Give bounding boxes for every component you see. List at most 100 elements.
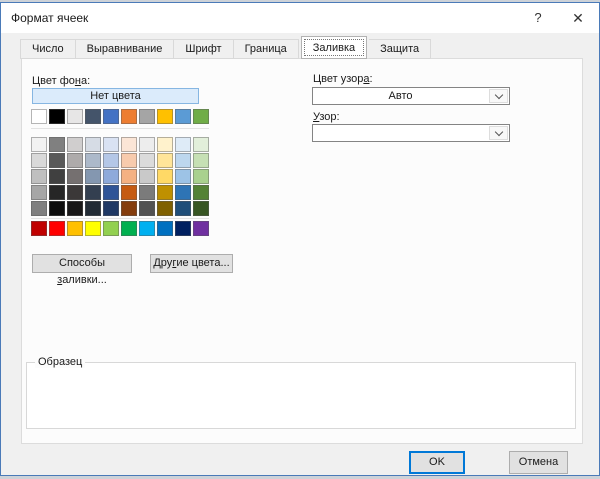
color-swatch[interactable] [49,153,65,168]
color-swatch[interactable] [193,153,209,168]
color-swatch[interactable] [121,153,137,168]
color-swatch[interactable] [175,201,191,216]
color-swatch[interactable] [85,153,101,168]
color-swatch[interactable] [139,137,155,152]
color-swatch[interactable] [31,185,47,200]
no-color-button[interactable]: Нет цвета [32,88,199,104]
color-swatch[interactable] [49,109,65,124]
color-swatch[interactable] [103,185,119,200]
screen-background: Формат ячеек ? ✕ ЧислоВыравниваниеШрифтГ… [0,0,600,479]
dropdown-button[interactable] [489,89,508,103]
color-swatch[interactable] [193,201,209,216]
color-swatch[interactable] [85,185,101,200]
tab-alignment[interactable]: Выравнивание [76,39,175,59]
color-swatch[interactable] [175,221,191,236]
color-swatch[interactable] [121,169,137,184]
color-swatch[interactable] [31,169,47,184]
color-swatch[interactable] [103,169,119,184]
color-swatch[interactable] [121,137,137,152]
color-swatch[interactable] [103,137,119,152]
color-swatch[interactable] [67,137,83,152]
palette-separator [31,218,209,219]
close-icon: ✕ [572,10,584,26]
color-swatch[interactable] [157,109,173,124]
color-swatch[interactable] [49,185,65,200]
color-swatch[interactable] [157,185,173,200]
variant-colors-rows [31,137,209,216]
chevron-down-icon [494,90,502,98]
color-swatch[interactable] [67,185,83,200]
dropdown-button[interactable] [489,126,508,140]
close-button[interactable]: ✕ [563,3,593,33]
color-swatch[interactable] [49,169,65,184]
help-button[interactable]: ? [523,3,553,33]
color-swatch[interactable] [193,185,209,200]
format-cells-dialog: Формат ячеек ? ✕ ЧислоВыравниваниеШрифтГ… [0,2,600,476]
color-swatch[interactable] [121,221,137,236]
tab-fill[interactable]: Заливка [301,36,367,59]
cancel-button[interactable]: Отмена [509,451,568,474]
color-swatch[interactable] [67,109,83,124]
color-swatch[interactable] [49,221,65,236]
color-swatch[interactable] [157,201,173,216]
pattern-select[interactable] [312,124,510,142]
color-swatch[interactable] [175,109,191,124]
color-swatch[interactable] [67,201,83,216]
color-swatch[interactable] [49,201,65,216]
color-swatch[interactable] [121,201,137,216]
color-swatch[interactable] [193,109,209,124]
ok-button[interactable]: OK [409,451,465,474]
pattern-color-label: Цвет узора: [313,73,373,85]
pattern-color-select[interactable]: Авто [312,87,510,105]
color-swatch[interactable] [31,109,47,124]
color-swatch[interactable] [139,201,155,216]
color-swatch[interactable] [103,221,119,236]
color-swatch[interactable] [139,153,155,168]
more-colors-button[interactable]: Другие цвета... [150,254,233,273]
color-swatch[interactable] [193,221,209,236]
tab-border[interactable]: Граница [234,39,299,59]
palette-row [31,137,209,152]
tab-protection[interactable]: Защита [369,39,431,59]
color-swatch[interactable] [121,109,137,124]
palette-row [31,153,209,168]
color-swatch[interactable] [31,221,47,236]
color-swatch[interactable] [85,169,101,184]
tab-font[interactable]: Шрифт [174,39,233,59]
tab-bar: ЧислоВыравниваниеШрифтГраницаЗаливкаЗащи… [20,36,431,59]
color-swatch[interactable] [85,109,101,124]
fill-effects-button[interactable]: Способы заливки... [32,254,132,273]
color-swatch[interactable] [85,221,101,236]
color-swatch[interactable] [193,137,209,152]
color-swatch[interactable] [139,221,155,236]
color-swatch[interactable] [85,201,101,216]
color-swatch[interactable] [175,137,191,152]
color-swatch[interactable] [121,185,137,200]
color-swatch[interactable] [31,153,47,168]
color-swatch[interactable] [175,169,191,184]
color-swatch[interactable] [157,221,173,236]
color-swatch[interactable] [157,169,173,184]
chevron-down-icon [494,127,502,135]
color-swatch[interactable] [31,201,47,216]
palette-separator [31,128,209,129]
color-swatch[interactable] [139,109,155,124]
color-swatch[interactable] [67,221,83,236]
color-swatch[interactable] [157,137,173,152]
color-swatch[interactable] [85,137,101,152]
color-swatch[interactable] [103,109,119,124]
color-swatch[interactable] [103,153,119,168]
pattern-value [313,125,488,141]
color-swatch[interactable] [175,153,191,168]
color-swatch[interactable] [193,169,209,184]
color-swatch[interactable] [139,185,155,200]
tab-number[interactable]: Число [20,39,76,59]
color-swatch[interactable] [49,137,65,152]
color-swatch[interactable] [139,169,155,184]
color-swatch[interactable] [157,153,173,168]
color-swatch[interactable] [67,169,83,184]
color-swatch[interactable] [103,201,119,216]
color-swatch[interactable] [175,185,191,200]
color-swatch[interactable] [67,153,83,168]
color-swatch[interactable] [31,137,47,152]
